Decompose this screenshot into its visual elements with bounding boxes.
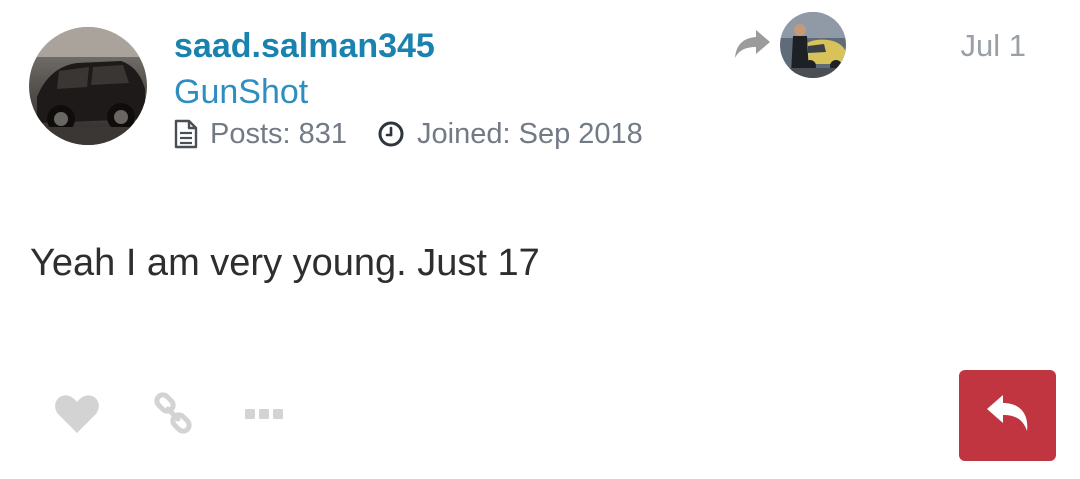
document-icon [174, 119, 198, 149]
joined-date: Joined: Sep 2018 [417, 117, 643, 150]
reply-button[interactable] [959, 370, 1056, 461]
post-date[interactable]: Jul 1 [961, 26, 1026, 66]
post-actions [0, 370, 1080, 462]
reply-arrow-icon [985, 393, 1031, 438]
posts-count: Posts: 831 [210, 117, 348, 150]
author-title: GunShot [174, 73, 309, 111]
link-button[interactable] [145, 388, 201, 444]
posts-stat: Posts: 831 [174, 118, 347, 151]
reply-to-avatar[interactable] [780, 12, 846, 78]
person-with-car-avatar [780, 12, 846, 78]
clock-icon [377, 120, 405, 148]
like-button[interactable] [49, 388, 105, 444]
more-options-button[interactable] [236, 388, 292, 444]
share-arrow-icon [732, 28, 772, 62]
joined-stat: Joined: Sep 2018 [377, 118, 643, 151]
author-username[interactable]: saad.salman345 [174, 24, 435, 68]
author-avatar[interactable] [29, 27, 147, 145]
post-body: Yeah I am very young. Just 17 [30, 242, 540, 284]
car-photo-avatar [29, 27, 147, 145]
reply-to-indicator[interactable] [732, 12, 846, 78]
ellipsis-icon [245, 407, 283, 425]
link-icon [151, 391, 195, 441]
author-stats: Posts: 831 Joined: Sep 2018 [174, 114, 643, 154]
heart-icon [53, 393, 101, 440]
